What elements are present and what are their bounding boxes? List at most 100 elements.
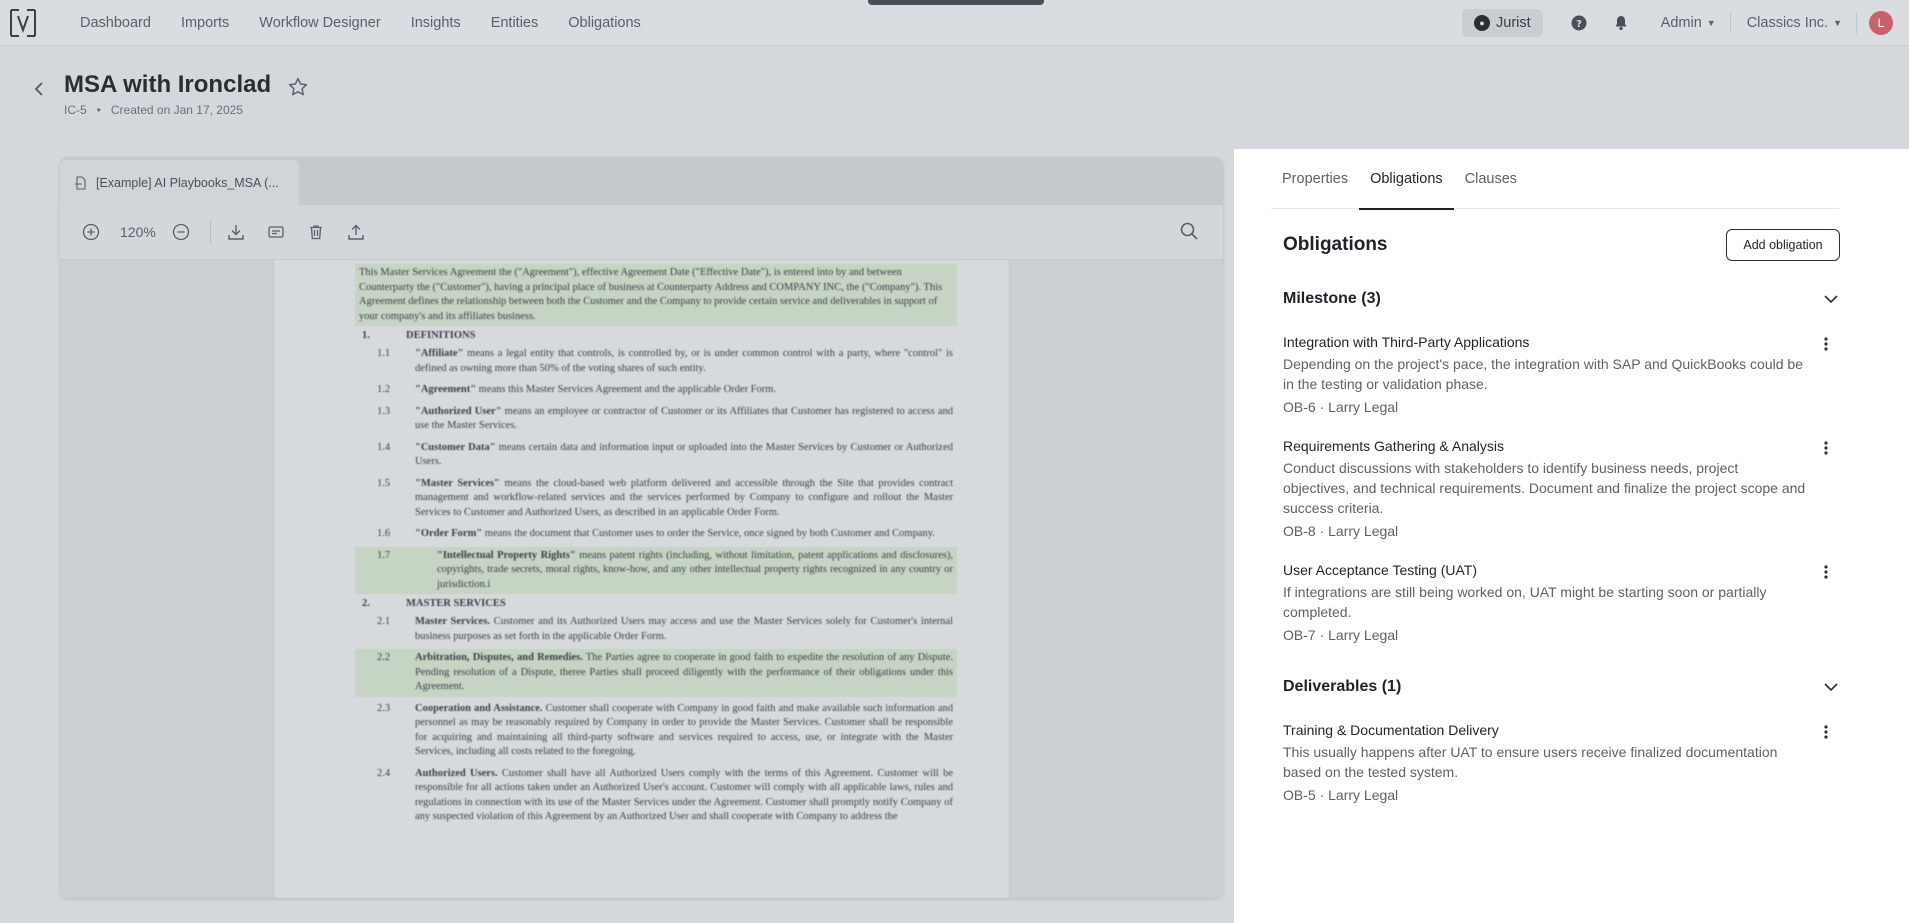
trash-icon[interactable] [305, 221, 327, 243]
clause-number: 1.3 [377, 405, 391, 417]
clause-number: 2.2 [377, 652, 391, 663]
panel-tabs: Properties Obligations Clauses [1271, 149, 1839, 210]
zoom-in-icon[interactable] [80, 221, 102, 243]
jurist-button[interactable]: ● Jurist [1462, 9, 1543, 37]
clause-text: means this Master Services Agreement and… [476, 384, 777, 395]
section-heading: 1. DEFINITIONS [362, 330, 1009, 341]
chevron-left-icon [34, 82, 43, 96]
section-number: 1. [362, 330, 370, 341]
section-number: 2. [362, 598, 370, 609]
clause-item-highlighted: 2.2 Arbitration, Disputes, and Remedies. … [355, 649, 957, 697]
obligation-item[interactable]: Training & Documentation Delivery This u… [1283, 722, 1840, 803]
group-title: Deliverables (1) [1283, 678, 1402, 695]
obligation-title: Training & Documentation Delivery [1283, 722, 1499, 738]
more-options-icon[interactable] [1818, 562, 1834, 582]
back-button[interactable] [26, 76, 52, 102]
logo-icon [10, 8, 36, 37]
comment-icon[interactable] [265, 221, 287, 243]
document-scroll-area[interactable]: This Master Services Agreement the ("Agr… [60, 260, 1223, 898]
help-icon[interactable]: ? [1561, 8, 1597, 38]
clause-term: "Order Form" [415, 528, 483, 539]
nav-entities[interactable]: Entities [491, 15, 539, 31]
nav-imports[interactable]: Imports [181, 15, 229, 31]
tab-properties[interactable]: Properties [1271, 149, 1359, 209]
clause-term: "Agreement" [415, 384, 477, 395]
jurist-label: Jurist [1496, 15, 1531, 31]
obligation-title: Requirements Gathering & Analysis [1283, 438, 1504, 454]
star-icon[interactable] [287, 76, 309, 98]
loading-indicator [868, 0, 1044, 5]
bell-icon[interactable] [1603, 8, 1639, 38]
clause-item: 1.1 "Affiliate" means a legal entity that… [355, 345, 957, 378]
clause-item: 1.6 "Order Form" means the document that … [355, 525, 957, 544]
clause-item: 2.4 Authorized Users. Customer shall have… [355, 765, 957, 827]
nav-obligations[interactable]: Obligations [568, 15, 641, 31]
upload-icon[interactable] [345, 221, 367, 243]
document-page: This Master Services Agreement the ("Agr… [273, 260, 1010, 898]
obligation-item[interactable]: Requirements Gathering & Analysis Conduc… [1283, 438, 1840, 539]
clause-term: Authorized Users. [415, 767, 498, 779]
divider [1856, 12, 1857, 34]
clause-item: 2.1 Master Services. Customer and its Aut… [355, 613, 957, 646]
document-viewer: [Example] AI Playbooks_MSA (... 120% Thi… [60, 157, 1223, 898]
clause-term: "Customer Data" [415, 441, 496, 453]
section-heading: 2. MASTER SERVICES [362, 598, 1009, 609]
created-date: Created on Jan 17, 2025 [110, 103, 243, 117]
clause-item: 2.3 Cooperation and Assistance. Customer … [355, 700, 957, 762]
document-tab-label: [Example] AI Playbooks_MSA (... [96, 175, 279, 190]
tab-clauses[interactable]: Clauses [1454, 149, 1528, 209]
viewer-toolbar: 120% [60, 205, 1223, 260]
download-icon[interactable] [225, 221, 247, 243]
page-meta: IC-5 • Created on Jan 17, 2025 [64, 103, 243, 117]
clause-number: 2.3 [377, 702, 391, 714]
clause-text: means a legal entity that controls, is c… [415, 348, 953, 374]
zoom-out-icon[interactable] [170, 221, 192, 243]
nav-workflow-designer[interactable]: Workflow Designer [259, 15, 380, 31]
avatar[interactable]: L [1869, 11, 1893, 35]
document-intro: This Master Services Agreement the ("Agr… [355, 264, 957, 326]
nav-dashboard[interactable]: Dashboard [80, 15, 151, 31]
obligation-meta: OB-5 · Larry Legal [1283, 787, 1399, 803]
tab-obligations[interactable]: Obligations [1359, 149, 1454, 210]
org-dropdown[interactable]: Classics Inc. ▼ [1747, 15, 1842, 31]
top-nav: Dashboard Imports Workflow Designer Insi… [0, 0, 1909, 46]
more-options-icon[interactable] [1818, 722, 1834, 742]
app-logo[interactable] [0, 0, 46, 46]
obligation-title: User Acceptance Testing (UAT) [1283, 562, 1478, 578]
obligation-description: Depending on the project's pace, the int… [1283, 356, 1803, 392]
group-header-milestone[interactable]: Milestone (3) [1283, 290, 1840, 308]
section-title: DEFINITIONS [406, 330, 476, 341]
obligation-item[interactable]: Integration with Third-Party Application… [1283, 334, 1840, 415]
group-header-deliverables[interactable]: Deliverables (1) [1283, 678, 1840, 696]
svg-text:?: ? [1576, 19, 1582, 30]
obligation-description: This usually happens after UAT to ensure… [1283, 744, 1778, 780]
obligation-title: Integration with Third-Party Application… [1283, 334, 1530, 350]
divider [1729, 12, 1731, 34]
clause-number: 2.1 [377, 616, 391, 627]
document-icon [75, 175, 86, 190]
document-tab[interactable]: [Example] AI Playbooks_MSA (... [60, 160, 299, 205]
add-obligation-button[interactable]: Add obligation [1726, 229, 1840, 261]
org-label: Classics Inc. [1746, 15, 1829, 31]
clause-term: "Master Services" [415, 477, 500, 489]
caret-down-icon: ▼ [1833, 18, 1842, 28]
jurist-icon: ● [1474, 15, 1490, 31]
clause-text: means certain data and information input… [415, 441, 953, 468]
more-options-icon[interactable] [1818, 334, 1834, 354]
group-title: Milestone (3) [1283, 290, 1381, 307]
nav-insights[interactable]: Insights [411, 15, 461, 31]
caret-down-icon: ▼ [1706, 18, 1716, 28]
admin-dropdown[interactable]: Admin ▼ [1661, 15, 1716, 31]
clause-item-highlighted: 1.7 "Intellectual Property Rights" means … [355, 546, 957, 594]
clause-term: "Authorized User" [415, 405, 502, 417]
clause-term: "Affiliate" [415, 348, 464, 359]
obligation-description: If integrations are still being worked o… [1283, 584, 1767, 620]
viewer-tabs: [Example] AI Playbooks_MSA (... [60, 157, 1223, 205]
clause-item: 1.3 "Authorized User" means an employee o… [355, 403, 957, 436]
section-title: MASTER SERVICES [406, 598, 506, 609]
clause-number: 1.5 [377, 477, 391, 489]
obligation-description: Conduct discussions with stakeholders to… [1283, 460, 1806, 516]
obligation-item[interactable]: User Acceptance Testing (UAT) If integra… [1283, 562, 1840, 643]
more-options-icon[interactable] [1818, 438, 1834, 458]
search-icon[interactable] [1179, 221, 1201, 243]
